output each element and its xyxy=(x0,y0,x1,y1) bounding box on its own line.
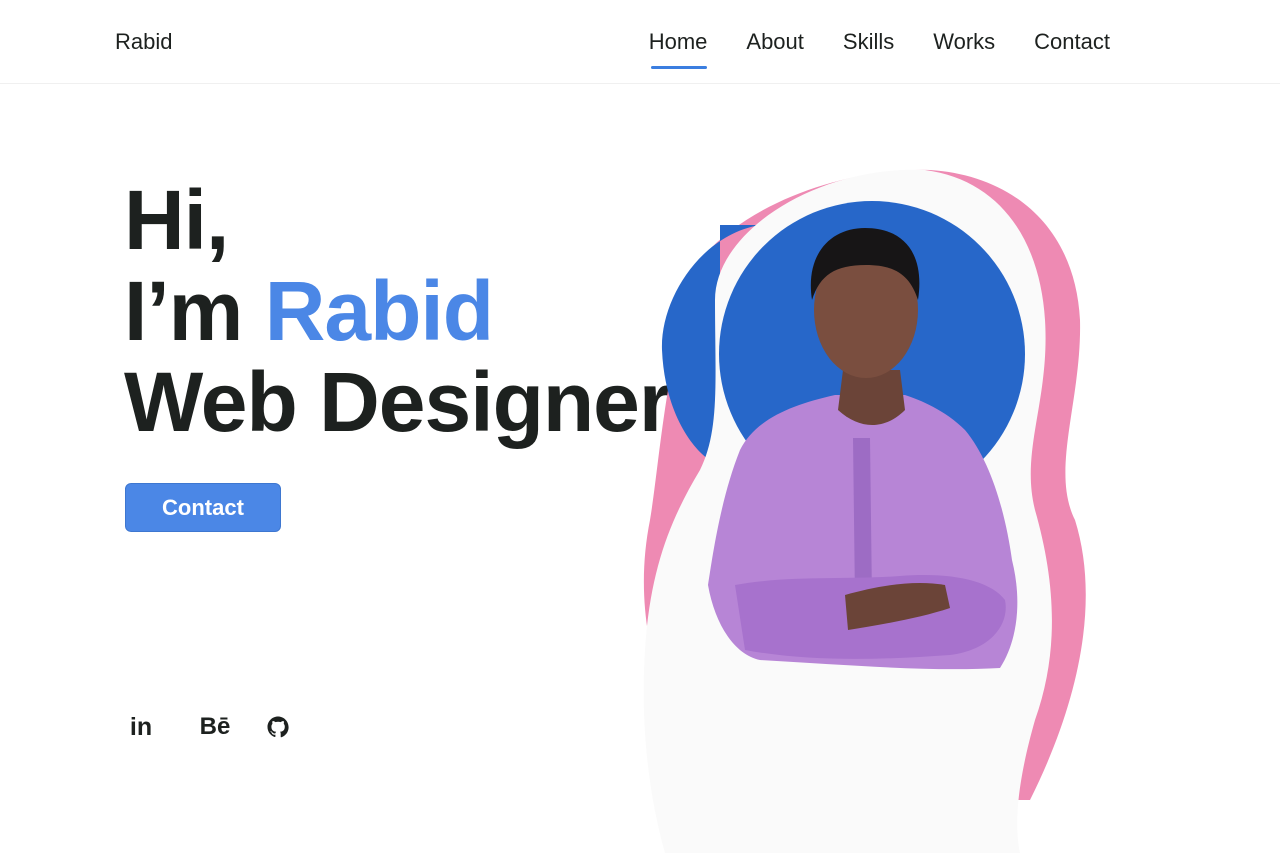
site-header: Rabid Home About Skills Works Contact xyxy=(0,0,1280,84)
hero-greeting: Hi, xyxy=(124,173,229,267)
nav-works[interactable]: Works xyxy=(933,29,995,69)
hero-role: Web Designer xyxy=(124,355,672,449)
neck-shape xyxy=(838,370,905,425)
shirt-placket xyxy=(853,438,872,600)
nav-skills[interactable]: Skills xyxy=(843,29,894,69)
nav-about[interactable]: About xyxy=(746,29,804,69)
linkedin-icon[interactable]: in xyxy=(125,710,157,744)
nav-contact[interactable]: Contact xyxy=(1034,29,1110,69)
github-glyph xyxy=(267,716,289,738)
hero-name: Rabid xyxy=(264,264,494,358)
contact-button[interactable]: Contact xyxy=(125,483,281,532)
logo-link[interactable]: Rabid xyxy=(115,29,172,55)
github-icon[interactable] xyxy=(265,710,291,744)
hero-title: Hi, I’m Rabid Web Designer xyxy=(124,173,672,449)
hero-portrait-art xyxy=(643,169,1086,853)
social-links: in Bē xyxy=(125,710,291,744)
hero-intro: I’m xyxy=(124,264,265,358)
main-nav: Home About Skills Works Contact xyxy=(649,29,1110,69)
behance-icon[interactable]: Bē xyxy=(197,710,233,744)
nav-home[interactable]: Home xyxy=(649,29,707,69)
